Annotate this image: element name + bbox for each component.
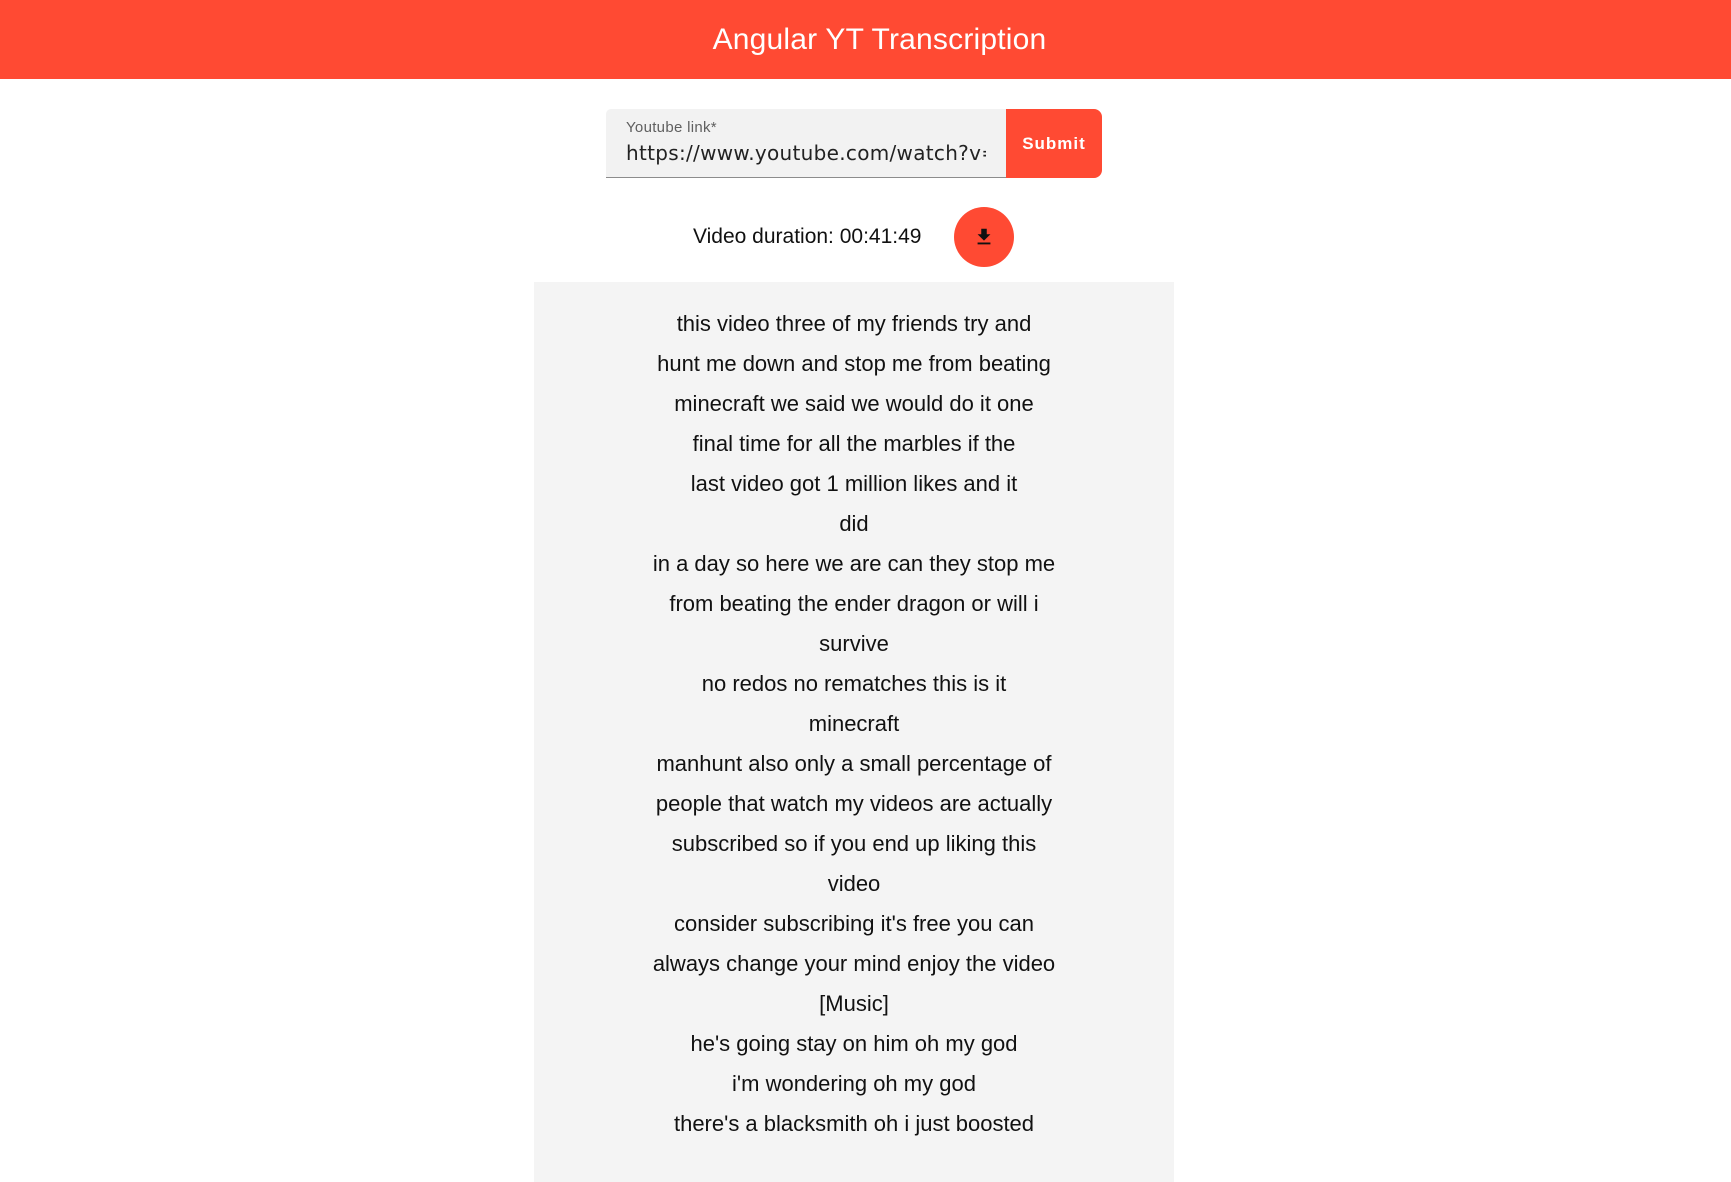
app-header: Angular YT Transcription	[0, 0, 1731, 79]
youtube-link-field[interactable]: Youtube link*	[606, 109, 1006, 178]
transcript-line: minecraft we said we would do it one	[674, 391, 1034, 416]
transcript-line: minecraft	[808, 711, 900, 736]
transcript-line: subscribed so if you end up liking this	[671, 831, 1037, 856]
transcript-panel[interactable]: this video three of my friends try and hu…	[534, 282, 1174, 1182]
transcript-line: final time for all the marbles if the	[692, 431, 1016, 456]
transcript-line: i'm wondering oh my god	[732, 1071, 976, 1096]
transcript-line: there's a blacksmith oh i just boosted	[673, 1111, 1035, 1136]
transcript-line: last video got 1 million likes and it	[690, 471, 1018, 496]
youtube-link-form: Youtube link* Submit	[606, 109, 1102, 178]
transcript-line: in a day so here we are can they stop me	[652, 551, 1056, 576]
transcript-line: hunt me down and stop me from beating	[657, 351, 1051, 376]
transcript-line: consider subscribing it's free you can	[673, 911, 1035, 936]
download-button[interactable]	[954, 207, 1014, 267]
submit-button[interactable]: Submit	[1006, 109, 1102, 178]
transcript-line: from beating the ender dragon or will i	[669, 591, 1039, 616]
transcript-line: survive	[819, 631, 889, 656]
app-title: Angular YT Transcription	[712, 22, 1047, 56]
youtube-link-input[interactable]	[626, 141, 986, 165]
transcript-line: did	[839, 511, 869, 536]
transcript-line: this video three of my friends try and	[676, 311, 1032, 336]
youtube-link-label: Youtube link*	[626, 119, 717, 136]
download-icon	[977, 228, 991, 245]
transcript-line: no redos no rematches this is it	[701, 671, 1007, 696]
transcript-line: video	[827, 871, 881, 896]
transcript-line: he's going stay on him oh my god	[690, 1031, 1018, 1056]
transcript-line: always change your mind enjoy the video	[652, 951, 1056, 976]
transcript-line: manhunt also only a small percentage of	[656, 751, 1052, 776]
video-duration: Video duration: 00:41:49	[693, 225, 922, 248]
transcript-line: [Music]	[819, 991, 889, 1016]
video-info-row: Video duration: 00:41:49	[0, 207, 1731, 267]
transcript-lines: this video three of my friends try and hu…	[534, 282, 1174, 1144]
transcript-line: people that watch my videos are actually	[655, 791, 1053, 816]
